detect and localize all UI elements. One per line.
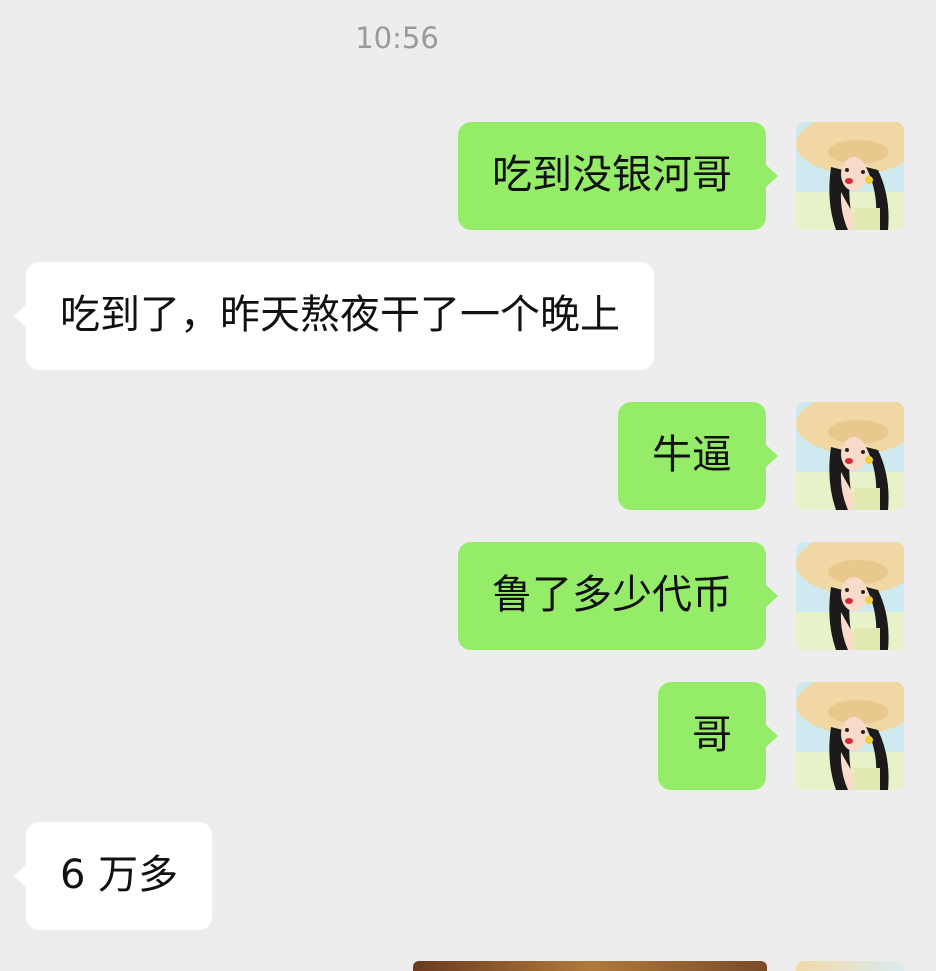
message-text: 吃到了，昨天熬夜干了一个晚上 — [60, 292, 620, 338]
sent-message-bubble[interactable]: 哥 — [658, 682, 778, 790]
sent-message-bubble[interactable]: 牛逼 — [618, 402, 778, 510]
message-text: 牛逼 — [652, 432, 732, 478]
avatar-image — [796, 122, 904, 230]
user-avatar[interactable] — [796, 682, 904, 790]
avatar-image — [796, 402, 904, 510]
user-avatar[interactable] — [796, 542, 904, 650]
user-avatar[interactable] — [796, 402, 904, 510]
sent-message-bubble[interactable]: 吃到没银河哥 — [458, 122, 778, 230]
user-avatar-partial[interactable] — [796, 961, 904, 971]
message-text: 哥 — [692, 712, 732, 758]
message-text: 鲁了多少代币 — [492, 572, 732, 618]
sent-message-bubble[interactable]: 鲁了多少代币 — [458, 542, 778, 650]
received-message-bubble[interactable]: 6 万多 — [13, 822, 213, 930]
message-text: 吃到没银河哥 — [492, 152, 732, 198]
message-text: 6 万多 — [60, 852, 179, 898]
avatar-image — [796, 682, 904, 790]
sent-image-message-partial[interactable] — [413, 961, 767, 971]
avatar-image — [796, 542, 904, 650]
user-avatar[interactable] — [796, 122, 904, 230]
received-message-bubble[interactable]: 吃到了，昨天熬夜干了一个晚上 — [14, 262, 654, 370]
chat-timestamp: 10:56 — [355, 21, 439, 55]
